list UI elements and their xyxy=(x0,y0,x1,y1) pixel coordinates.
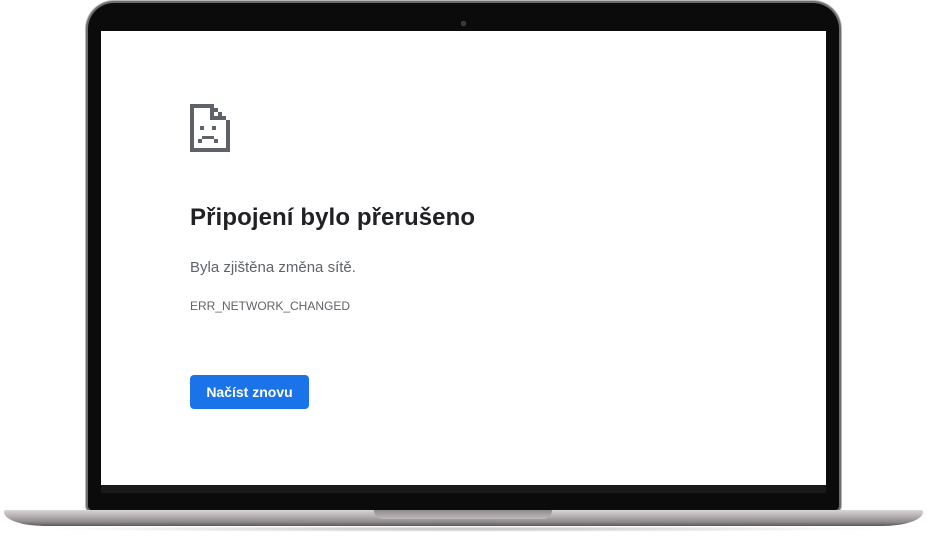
laptop-mockup: Připojení bylo přerušeno Byla zjištěna z… xyxy=(0,0,927,537)
error-headline: Připojení bylo přerušeno xyxy=(190,204,476,231)
screen-bottom-bezel xyxy=(101,485,826,493)
laptop-opening-notch xyxy=(374,510,552,519)
webcam-dot xyxy=(461,21,466,26)
browser-screen: Připojení bylo přerušeno Byla zjištěna z… xyxy=(101,31,826,485)
error-code: ERR_NETWORK_CHANGED xyxy=(190,299,351,313)
error-description: Byla zjištěna změna sítě. xyxy=(190,259,356,276)
sad-document-icon xyxy=(190,104,230,152)
laptop-shadow xyxy=(40,526,887,532)
reload-button[interactable]: Načíst znovu xyxy=(190,375,309,409)
